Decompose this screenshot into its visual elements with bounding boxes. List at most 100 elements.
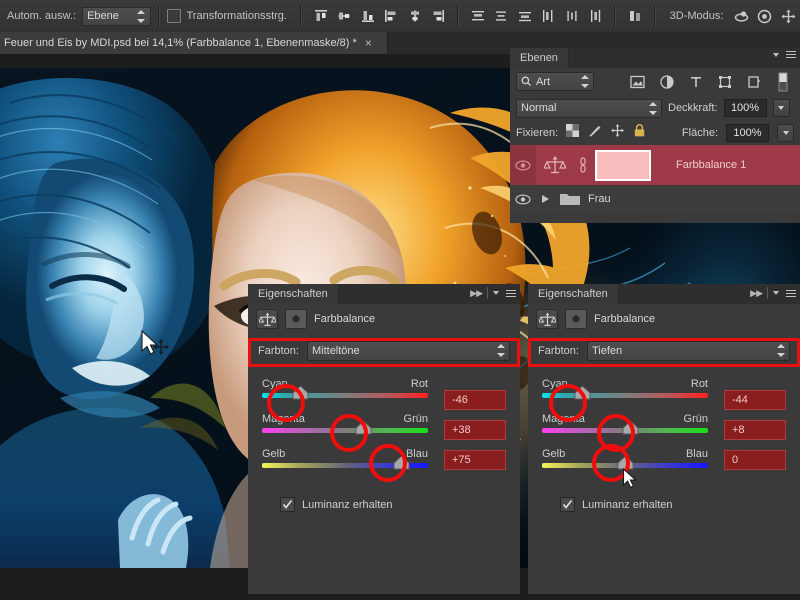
layer-mask-thumbnail[interactable] <box>592 149 654 182</box>
transform-controls-checkbox[interactable] <box>166 9 181 23</box>
filter-kind-label: Art <box>536 75 551 88</box>
drag-3d-object-icon[interactable] <box>777 5 799 27</box>
align-top-edges-icon[interactable] <box>310 5 332 27</box>
tone-dropdown[interactable]: Tiefen <box>586 340 790 361</box>
layer-list: Farbbalance 1 Frau <box>510 145 800 213</box>
lock-all-icon[interactable] <box>633 123 646 143</box>
fill-dropdown-icon[interactable] <box>777 124 794 142</box>
tab-ebenen[interactable]: Ebenen <box>510 48 569 68</box>
tone-dropdown[interactable]: Mitteltöne <box>306 340 510 361</box>
panel-menu-arrow-icon[interactable] <box>493 291 499 295</box>
lock-transparent-pixels-icon[interactable] <box>566 124 580 142</box>
panel-menu-icon[interactable] <box>506 289 516 297</box>
close-icon[interactable]: × <box>365 37 372 49</box>
toolbar-divider <box>457 5 460 27</box>
document-tab[interactable]: Feuer und Eis by MDI.psd bei 14,1% (Farb… <box>0 32 388 54</box>
properties-panel-right: Eigenschaften ▶▶ Farbbalance Farbton: Ti… <box>528 284 800 594</box>
slider-left-label: Gelb <box>542 448 566 460</box>
folder-icon <box>554 191 586 207</box>
properties-panel-left: Eigenschaften ▶▶ Farbbalance Farbton: Mi… <box>248 284 520 594</box>
filter-smart-object-icon[interactable] <box>742 72 765 92</box>
properties-title: Farbbalance <box>314 313 376 325</box>
layer-name: Farbbalance 1 <box>676 159 747 171</box>
document-tab-title: Feuer und Eis by MDI.psd bei 14,1% (Farb… <box>4 37 357 49</box>
slider-right-label: Rot <box>410 378 428 390</box>
rotate-3d-object-icon[interactable] <box>730 5 752 27</box>
panel-menu-icon[interactable] <box>786 289 796 297</box>
annotation-ring <box>267 384 305 422</box>
distribute-bottom-edges-icon[interactable] <box>514 5 536 27</box>
search-icon <box>521 76 532 87</box>
align-right-edges-icon[interactable] <box>428 5 450 27</box>
filter-adjustment-icon[interactable] <box>655 72 678 92</box>
eye-icon[interactable] <box>510 145 536 185</box>
distribute-horizontal-centers-icon[interactable] <box>561 5 583 27</box>
panel-menu-icon[interactable] <box>786 51 796 58</box>
control-divider <box>487 287 488 299</box>
panel-menu-arrow-icon[interactable] <box>773 291 779 295</box>
slider-value-gelb-blau[interactable]: 0 <box>724 450 786 470</box>
lock-image-pixels-icon[interactable] <box>587 124 602 143</box>
collapse-panel-icon[interactable]: ▶▶ <box>470 288 483 299</box>
filter-pixel-icon[interactable] <box>626 72 649 92</box>
link-mask-icon[interactable] <box>574 157 592 173</box>
opacity-dropdown-icon[interactable] <box>772 99 790 117</box>
align-vertical-centers-icon[interactable] <box>333 5 355 27</box>
roll-3d-object-icon[interactable] <box>754 5 776 27</box>
filter-type-icon[interactable] <box>684 72 707 92</box>
color-balance-adjustment-icon[interactable] <box>536 309 558 329</box>
filter-toggle-switch-icon[interactable] <box>771 72 794 92</box>
distribute-top-edges-icon[interactable] <box>467 5 489 27</box>
panel-menu-arrow-icon[interactable] <box>773 52 779 57</box>
slider-value-magenta-gruen[interactable]: +38 <box>444 420 506 440</box>
tone-row-wrapper-right: Farbton: Tiefen <box>528 336 800 368</box>
sliders-left: Cyan Rot -46 Magenta Grün +38 Gelb Blau … <box>248 368 520 512</box>
distribute-left-edges-icon[interactable] <box>538 5 560 27</box>
color-balance-adjustment-icon[interactable] <box>256 309 278 329</box>
auto-align-layers-icon[interactable] <box>624 5 646 27</box>
slider-value-cyan-rot[interactable]: -46 <box>444 390 506 410</box>
expand-group-arrow-icon[interactable] <box>536 194 554 204</box>
toolbar-divider <box>614 5 617 27</box>
properties-right-controls: ▶▶ <box>750 287 796 299</box>
tab-eigenschaften-left-label: Eigenschaften <box>258 288 328 300</box>
eye-icon[interactable] <box>510 193 536 205</box>
layer-row-frau[interactable]: Frau <box>510 185 800 213</box>
luminance-checkbox[interactable] <box>560 497 575 512</box>
align-bottom-edges-icon[interactable] <box>357 5 379 27</box>
lock-label: Fixieren: <box>516 127 559 139</box>
slider-value-cyan-rot[interactable]: -44 <box>724 390 786 410</box>
tone-row-wrapper-left: Farbton: Mitteltöne <box>248 336 520 368</box>
distribute-right-edges-icon[interactable] <box>585 5 607 27</box>
fill-value[interactable]: 100% <box>726 124 769 142</box>
align-left-edges-icon[interactable] <box>381 5 403 27</box>
filter-kind-dropdown[interactable]: Art <box>516 72 594 91</box>
auto-select-dropdown[interactable]: Ebene <box>82 6 151 26</box>
layers-blend-row: Normal Deckkraft: 100% <box>510 95 800 121</box>
luminance-checkbox[interactable] <box>280 497 295 512</box>
layer-row-farbbalance-1[interactable]: Farbbalance 1 <box>510 145 800 185</box>
tab-eigenschaften-right-label: Eigenschaften <box>538 288 608 300</box>
distribute-vertical-centers-icon[interactable] <box>491 5 513 27</box>
chevron-updown-icon <box>496 344 505 357</box>
filter-shape-icon[interactable] <box>713 72 736 92</box>
properties-title: Farbbalance <box>594 313 656 325</box>
color-balance-adjustment-icon[interactable] <box>536 155 574 175</box>
slider-value-gelb-blau[interactable]: +75 <box>444 450 506 470</box>
blend-mode-dropdown[interactable]: Normal <box>516 98 662 118</box>
tab-eigenschaften-right[interactable]: Eigenschaften <box>528 284 619 304</box>
slider-right-label: Grün <box>403 413 428 425</box>
clip-to-layer-icon[interactable] <box>565 309 587 329</box>
tab-eigenschaften-left[interactable]: Eigenschaften <box>248 284 339 304</box>
properties-left-controls: ▶▶ <box>470 287 516 299</box>
lock-position-icon[interactable] <box>610 123 625 143</box>
properties-left-tabstrip: Eigenschaften ▶▶ <box>248 284 520 304</box>
slider-value-magenta-gruen[interactable]: +8 <box>724 420 786 440</box>
collapse-panel-icon[interactable]: ▶▶ <box>750 288 763 299</box>
opacity-value[interactable]: 100% <box>723 99 767 117</box>
align-horizontal-centers-icon[interactable] <box>404 5 426 27</box>
blend-mode-value: Normal <box>521 102 557 114</box>
clip-to-layer-icon[interactable] <box>285 309 307 329</box>
slider-right-label: Blau <box>685 448 708 460</box>
luminance-label: Luminanz erhalten <box>302 498 393 511</box>
